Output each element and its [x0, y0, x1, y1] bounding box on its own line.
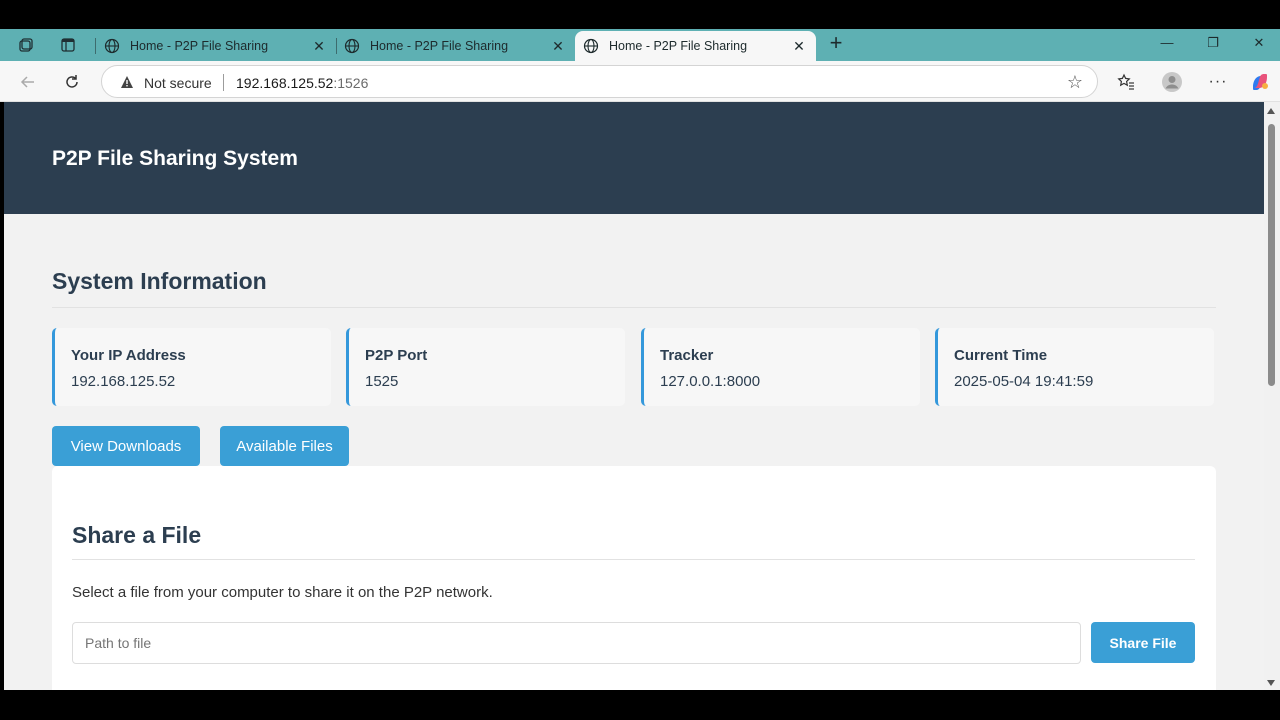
- page-scrollbar[interactable]: [1264, 102, 1280, 690]
- globe-icon: [583, 38, 599, 54]
- card-value: 1525: [365, 373, 399, 390]
- tab-actions-icon[interactable]: [57, 35, 79, 55]
- new-tab-button[interactable]: +: [826, 32, 846, 54]
- workspaces-icon[interactable]: [15, 35, 37, 55]
- browser-toolbar: Not secure 192.168.125.52:1526 ☆ ···: [0, 61, 1280, 102]
- share-file-button[interactable]: Share File: [1091, 622, 1195, 663]
- card-value: 2025-05-04 19:41:59: [954, 373, 1094, 390]
- restore-button[interactable]: ❐: [1203, 35, 1223, 53]
- info-card-time: Current Time 2025-05-04 19:41:59: [935, 328, 1214, 406]
- scrollbar-thumb[interactable]: [1268, 124, 1275, 386]
- page-viewport: P2P File Sharing System System Informati…: [4, 102, 1264, 690]
- screen: Home - P2P File Sharing ✕ Home - P2P Fil…: [0, 0, 1280, 720]
- back-button[interactable]: [17, 71, 39, 93]
- card-label: Your IP Address: [71, 347, 186, 364]
- info-card-port: P2P Port 1525: [346, 328, 625, 406]
- warning-icon: [121, 76, 133, 88]
- minimize-button[interactable]: —: [1157, 35, 1177, 53]
- url-text[interactable]: 192.168.125.52:1526: [236, 75, 368, 91]
- reload-button[interactable]: [61, 71, 83, 93]
- system-info-title: System Information: [52, 268, 267, 294]
- card-value: 192.168.125.52: [71, 373, 176, 390]
- tab-1[interactable]: Home - P2P File Sharing ✕: [96, 31, 336, 61]
- tab-title: Home - P2P File Sharing: [370, 39, 509, 53]
- info-card-ip: Your IP Address 192.168.125.52: [52, 328, 331, 406]
- tab-strip: Home - P2P File Sharing ✕ Home - P2P Fil…: [0, 29, 1280, 61]
- tab-3-active[interactable]: Home - P2P File Sharing ✕: [575, 31, 816, 61]
- reload-icon: [66, 75, 78, 88]
- favorites-icon[interactable]: [1114, 70, 1138, 94]
- window-close-button[interactable]: ✕: [1249, 35, 1269, 53]
- share-file-description: Select a file from your computer to shar…: [72, 584, 493, 601]
- file-path-input[interactable]: [72, 622, 1081, 664]
- more-options-icon[interactable]: ···: [1206, 70, 1230, 94]
- tab-title: Home - P2P File Sharing: [130, 39, 269, 53]
- share-file-title: Share a File: [72, 522, 202, 548]
- site-header: P2P File Sharing System: [4, 102, 1264, 214]
- view-downloads-button[interactable]: View Downloads: [52, 426, 200, 466]
- back-arrow-icon: [20, 76, 34, 88]
- card-label: Current Time: [954, 347, 1048, 364]
- scroll-up-arrow-icon[interactable]: [1267, 108, 1275, 114]
- tab-2[interactable]: Home - P2P File Sharing ✕: [336, 31, 575, 61]
- address-bar[interactable]: Not secure 192.168.125.52:1526 ☆: [101, 65, 1098, 98]
- share-file-card: Share a File Select a file from your com…: [52, 466, 1216, 690]
- tab-close-icon[interactable]: ✕: [551, 38, 565, 55]
- copilot-icon[interactable]: [1248, 70, 1272, 94]
- info-card-tracker: Tracker 127.0.0.1:8000: [641, 328, 920, 406]
- globe-icon: [344, 38, 360, 54]
- card-label: P2P Port: [365, 347, 428, 364]
- card-label: Tracker: [660, 347, 714, 364]
- scroll-down-arrow-icon[interactable]: [1267, 680, 1275, 686]
- available-files-button[interactable]: Available Files: [220, 426, 349, 466]
- favorite-star-icon[interactable]: ☆: [1067, 72, 1083, 93]
- globe-icon: [104, 38, 120, 54]
- card-value: 127.0.0.1:8000: [660, 373, 761, 390]
- profile-avatar-icon[interactable]: [1160, 70, 1184, 94]
- site-title: P2P File Sharing System: [52, 147, 298, 170]
- tab-title: Home - P2P File Sharing: [609, 39, 748, 53]
- not-secure-label[interactable]: Not secure: [144, 75, 212, 91]
- tab-close-icon[interactable]: ✕: [792, 38, 806, 55]
- tab-close-icon[interactable]: ✕: [312, 38, 326, 55]
